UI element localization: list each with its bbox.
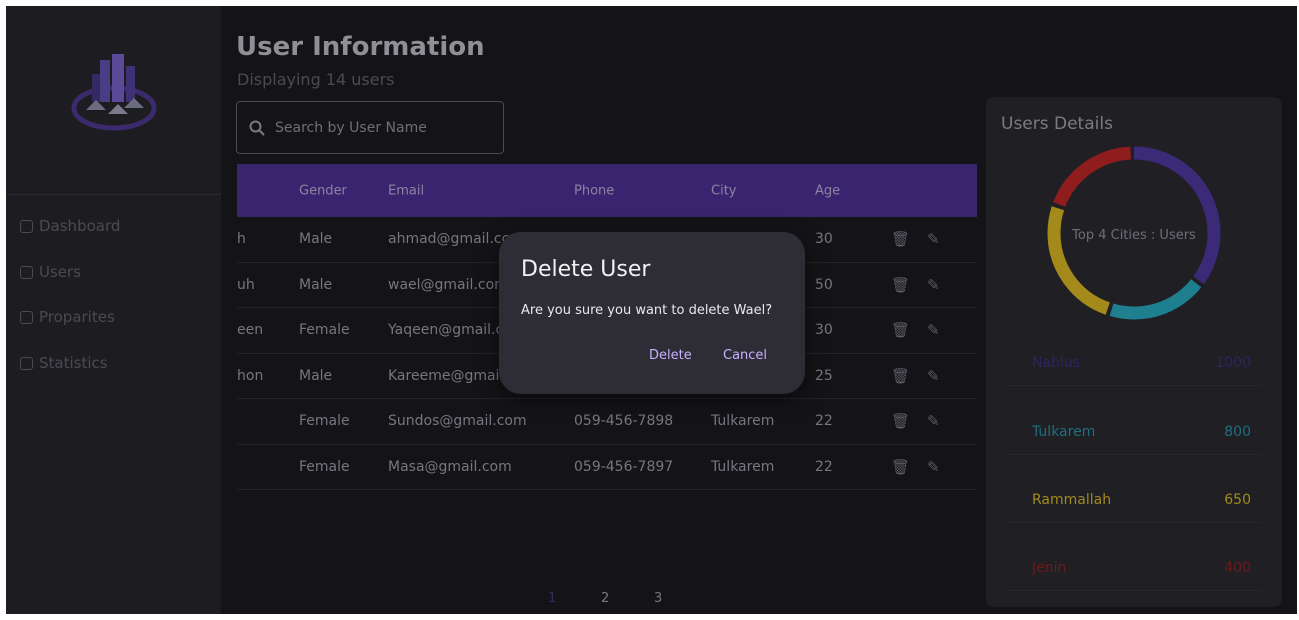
cell-phone: 059-456-7897	[574, 458, 674, 475]
search-icon	[249, 120, 265, 136]
nav-item-dashboard[interactable]: Dashboard	[20, 214, 120, 238]
column-header-gender[interactable]: Gender	[299, 183, 347, 198]
city-value: 400	[1224, 559, 1251, 576]
table-row: Female Masa@gmail.com 059-456-7897 Tulka…	[237, 445, 977, 490]
cell-age: 22	[815, 413, 833, 430]
nav-item-statistics[interactable]: Statistics	[20, 351, 108, 375]
cell-age: 30	[815, 322, 833, 339]
nav-item-users[interactable]: Users	[20, 260, 81, 284]
cell-gender: Female	[299, 413, 350, 430]
cell-email: wael@gmail.con	[388, 276, 504, 293]
cell-email: Yaqeen@gmail.c	[388, 322, 504, 339]
city-name: Tulkarem	[1032, 423, 1096, 440]
table-header: Gender Email Phone City Age	[237, 164, 977, 217]
cell-email: Kareeme@gmail	[388, 367, 504, 384]
cell-city: Tulkarem	[711, 458, 775, 475]
cell-gender: Male	[299, 367, 333, 384]
cell-age: 22	[815, 458, 833, 475]
column-header-phone[interactable]: Phone	[574, 183, 614, 198]
cell-age: 25	[815, 367, 833, 384]
chart-icon	[20, 356, 33, 370]
home-icon	[20, 310, 33, 324]
dialog-message: Are you sure you want to delete Wael?	[521, 303, 773, 318]
page-subtitle: Displaying 14 users	[237, 70, 395, 89]
column-header-city[interactable]: City	[711, 183, 736, 198]
nav-label: Statistics	[39, 354, 108, 372]
city-row: Tulkarem 800	[1008, 409, 1263, 455]
cell-age: 50	[815, 276, 833, 293]
cell-age: 30	[815, 231, 833, 248]
city-name: Nablus	[1032, 354, 1080, 371]
city-value: 650	[1224, 491, 1251, 508]
page-button-3[interactable]: 3	[654, 591, 662, 606]
search-input[interactable]	[275, 119, 495, 136]
pencil-icon[interactable]: ✎	[927, 230, 940, 248]
search-box[interactable]	[236, 101, 504, 154]
users-details-panel: Users Details Top 4 Cities : Users Nablu…	[986, 97, 1282, 607]
cell-name: uh	[237, 276, 255, 293]
trash-icon[interactable]: 🗑	[891, 458, 910, 476]
details-title: Users Details	[1001, 114, 1113, 134]
city-row: Rammallah 650	[1008, 477, 1263, 523]
delete-user-dialog: Delete User Are you sure you want to del…	[499, 232, 805, 394]
dialog-title: Delete User	[521, 257, 651, 282]
city-value: 1000	[1215, 354, 1251, 371]
trash-icon[interactable]: 🗑	[891, 367, 910, 385]
city-value: 800	[1224, 423, 1251, 440]
column-header-email[interactable]: Email	[388, 183, 424, 198]
column-header-age[interactable]: Age	[815, 183, 840, 198]
cell-email: Masa@gmail.com	[388, 458, 512, 475]
trash-icon[interactable]: 🗑	[891, 412, 910, 430]
nav-label: Users	[39, 263, 82, 281]
trash-icon[interactable]: 🗑	[891, 230, 910, 248]
cell-email: ahmad@gmail.cc	[388, 231, 510, 248]
city-row: Jenin 400	[1008, 545, 1263, 591]
cell-gender: Female	[299, 322, 350, 339]
pencil-icon[interactable]: ✎	[927, 367, 940, 385]
cell-city: Tulkarem	[711, 413, 775, 430]
pencil-icon[interactable]: ✎	[927, 321, 940, 339]
city-name: Rammallah	[1032, 491, 1112, 508]
nav-label: Dashboard	[39, 217, 121, 235]
pencil-icon[interactable]: ✎	[927, 458, 940, 476]
delete-button[interactable]: Delete	[649, 348, 692, 363]
city-name: Jenin	[1032, 559, 1067, 576]
cell-email: Sundos@gmail.com	[388, 413, 527, 430]
cell-name: hon	[237, 367, 264, 384]
cancel-button[interactable]: Cancel	[723, 348, 767, 363]
page-title: User Information	[236, 32, 485, 62]
table-row: Female Sundos@gmail.com 059-456-7898 Tul…	[237, 399, 977, 445]
users-icon	[20, 265, 33, 279]
trash-icon[interactable]: 🗑	[891, 321, 910, 339]
grid-icon	[20, 219, 33, 233]
donut-label: Top 4 Cities : Users	[1072, 228, 1196, 243]
cell-name: een	[237, 322, 264, 339]
sidebar: Dashboard Users Proparites Statistics	[6, 6, 221, 614]
sidebar-divider	[6, 194, 221, 195]
pencil-icon[interactable]: ✎	[927, 412, 940, 430]
nav-label: Proparites	[39, 308, 115, 326]
nav-item-properties[interactable]: Proparites	[20, 305, 115, 329]
cell-name: h	[237, 231, 246, 248]
cell-gender: Female	[299, 458, 350, 475]
cell-gender: Male	[299, 276, 333, 293]
page-button-1[interactable]: 1	[548, 591, 556, 606]
city-row: Nablus 1000	[1008, 340, 1263, 386]
cell-gender: Male	[299, 231, 333, 248]
trash-icon[interactable]: 🗑	[891, 276, 910, 294]
pencil-icon[interactable]: ✎	[927, 276, 940, 294]
app-logo	[71, 54, 157, 131]
page-button-2[interactable]: 2	[601, 591, 609, 606]
cell-phone: 059-456-7898	[574, 413, 674, 430]
